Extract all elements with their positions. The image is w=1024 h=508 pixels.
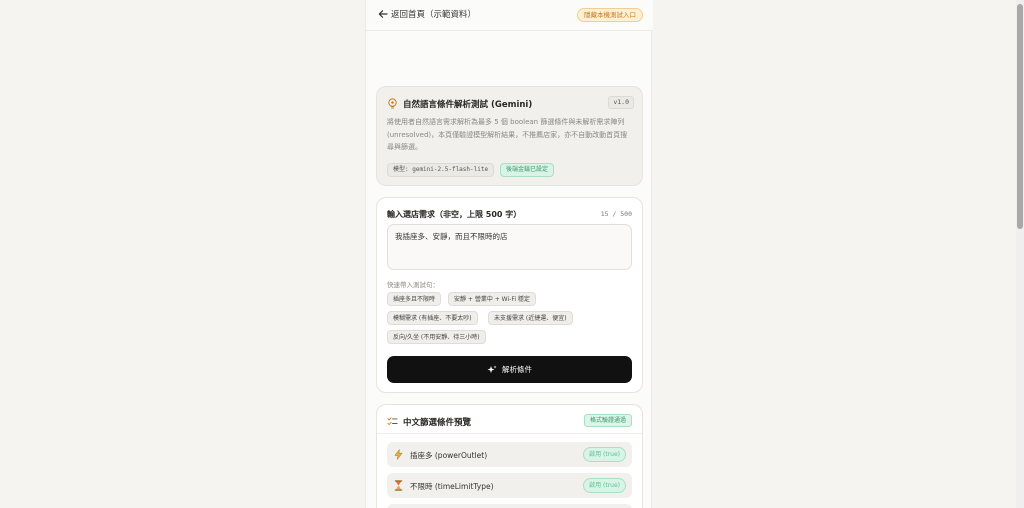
lightning-icon xyxy=(394,449,403,460)
condition-value-badge: 啟用 (true) xyxy=(583,478,626,493)
preview-card-title: 中文篩選條件預覽 xyxy=(403,418,472,428)
model-chip: 模型: gemini-2.5-flash-lite xyxy=(387,163,495,177)
char-counter: 15 / 500 xyxy=(600,210,632,218)
gemini-info-card: 自然語言條件解析測試 (Gemini) v1.0 將使用者自然語言需求解析為最多… xyxy=(376,86,643,186)
quick-chip[interactable]: 模糊需求 (有插座、不要太吵) xyxy=(387,311,478,325)
key-status-chip: 後端金鑰已設定 xyxy=(500,163,555,177)
query-textarea[interactable]: 我插座多、安靜，而且不限時的店 xyxy=(387,224,632,270)
validation-badge: 格式驗證通過 xyxy=(583,414,632,427)
back-home-link[interactable]: 返回首頁（示範資料） xyxy=(391,8,476,20)
condition-row: 不限時 (timeLimitType) 啟用 (true) xyxy=(387,473,632,498)
condition-label: 插座多 (powerOutlet) xyxy=(410,451,488,460)
hourglass-icon xyxy=(394,480,403,491)
condition-value-badge: 啟用 (true) xyxy=(583,447,626,462)
sparkle-icon xyxy=(487,365,497,373)
query-input-card: 輸入選店需求（非空，上限 500 字） 15 / 500 我插座多、安靜，而且不… xyxy=(376,197,643,393)
arrow-left-icon[interactable] xyxy=(378,9,388,19)
top-bar: 返回首頁（示範資料） 隱藏本機測試入口 xyxy=(366,0,653,31)
query-input-label: 輸入選店需求（非空，上限 500 字） xyxy=(387,210,522,219)
condition-row: 插座多 (powerOutlet) 啟用 (true) xyxy=(387,442,632,467)
gemini-card-description: 將使用者自然語言需求解析為最多 5 個 boolean 篩選條件與未解析需求陣列… xyxy=(387,118,628,151)
version-badge: v1.0 xyxy=(608,96,634,109)
scrollbar-thumb[interactable] xyxy=(1017,4,1023,229)
quick-chip[interactable]: 反向/久坐 (不用安靜、待三小時) xyxy=(387,330,486,344)
quick-chip[interactable]: 安靜 + 營業中 + Wi-Fi 穩定 xyxy=(448,292,536,306)
quick-chip[interactable]: 插座多且不限時 xyxy=(387,292,442,306)
hide-test-entry-button[interactable]: 隱藏本機測試入口 xyxy=(577,8,643,22)
main-column: 返回首頁（示範資料） 隱藏本機測試入口 自然語言條件解析測試 (Gemini) … xyxy=(365,0,653,508)
checklist-icon xyxy=(387,417,398,426)
condition-label: 不限時 (timeLimitType) xyxy=(410,482,494,491)
quick-chip[interactable]: 未支援需求 (近捷運、便宜) xyxy=(488,311,573,325)
lightbulb-icon xyxy=(388,98,397,109)
gemini-card-title: 自然語言條件解析測試 (Gemini) xyxy=(403,100,533,110)
condition-row xyxy=(387,504,632,508)
condition-preview-card: 中文篩選條件預覽 格式驗證通過 插座多 (powerOutlet) 啟用 (tr… xyxy=(376,404,643,508)
divider xyxy=(377,433,642,434)
quick-fill-label: 快速帶入測試句： xyxy=(387,281,439,289)
parse-button-label: 解析條件 xyxy=(502,365,532,374)
parse-conditions-button[interactable]: 解析條件 xyxy=(387,356,632,383)
page-scrollbar[interactable] xyxy=(1016,0,1024,508)
